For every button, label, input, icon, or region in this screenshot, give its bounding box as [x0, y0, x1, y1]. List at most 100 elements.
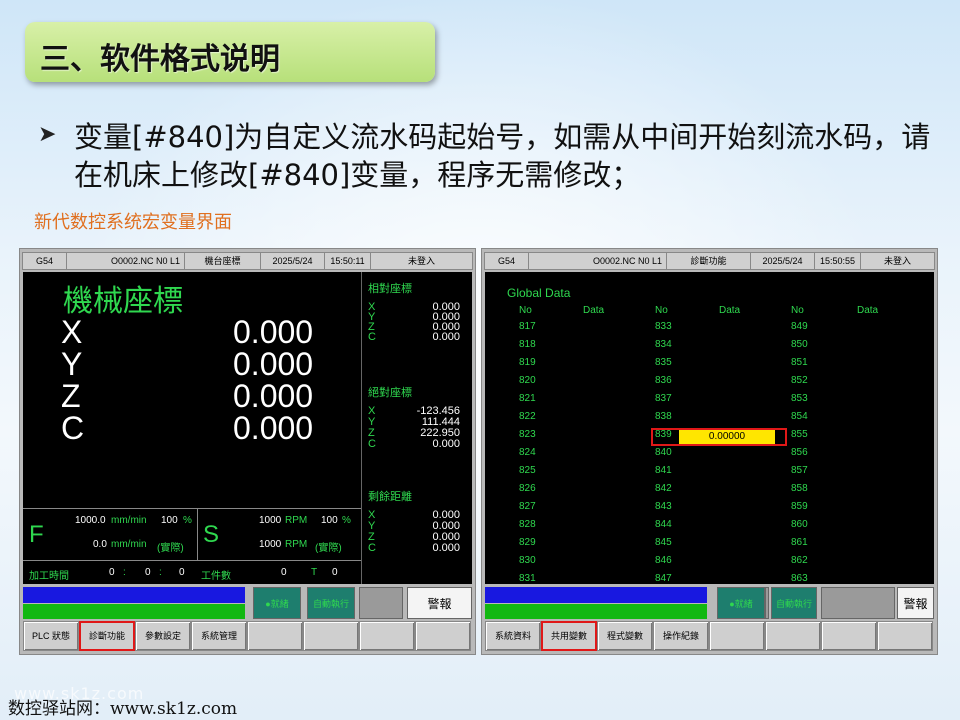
variable-number[interactable]: 853 — [791, 394, 808, 404]
panel-screen: Global Data No Data No Data No Data 0.00… — [485, 272, 934, 602]
softkey-system-management[interactable]: 系統管理 — [191, 621, 247, 651]
feed-pct-unit: % — [183, 515, 192, 526]
spindle-actual-unit: RPM — [285, 539, 308, 550]
time-hours: 0 — [109, 567, 115, 578]
variable-number[interactable]: 833 — [655, 322, 672, 332]
abs-value-c: 0.000 — [432, 438, 460, 450]
selected-variable-value[interactable]: 0.00000 — [679, 430, 775, 444]
rel-axis-c: C — [368, 331, 376, 343]
variable-number[interactable]: 860 — [791, 520, 808, 530]
variable-number[interactable]: 851 — [791, 358, 808, 368]
softkey-bar: PLC 狀態 診斷功能 參數設定 系統管理 — [23, 621, 472, 651]
softkey-operation-log[interactable]: 操作紀錄 — [653, 621, 709, 651]
variable-number[interactable]: 856 — [791, 448, 808, 458]
variable-number[interactable]: 846 — [655, 556, 672, 566]
softkey-empty-7[interactable] — [821, 621, 877, 651]
status-blank-1 — [821, 587, 895, 619]
col-header-data-2: Data — [719, 305, 741, 316]
softkey-diagnostics[interactable]: 診斷功能 — [79, 621, 135, 651]
variable-number[interactable]: 817 — [519, 322, 536, 332]
softkey-empty-8[interactable] — [415, 621, 471, 651]
work-info-row: 加工時間 0 : 0 : 0 工件數 0 T 0 — [23, 560, 361, 584]
variable-number[interactable]: 858 — [791, 484, 808, 494]
variable-number[interactable]: 830 — [519, 556, 536, 566]
panel-topbar: G54 O0002.NC N0 L1 診斷功能 2025/5/24 15:50:… — [484, 252, 935, 270]
variable-number[interactable]: 861 — [791, 538, 808, 548]
variable-number[interactable]: 824 — [519, 448, 536, 458]
softkey-empty-5[interactable] — [247, 621, 303, 651]
softkey-plc-status[interactable]: PLC 狀態 — [23, 621, 79, 651]
softkey-empty-7[interactable] — [359, 621, 415, 651]
variable-number[interactable]: 852 — [791, 376, 808, 386]
variable-number[interactable]: 837 — [655, 394, 672, 404]
remaining-distance-title: 剩餘距離 — [368, 491, 412, 503]
variable-number[interactable]: 825 — [519, 466, 536, 476]
variable-number[interactable]: 831 — [519, 574, 536, 584]
variable-number[interactable]: 827 — [519, 502, 536, 512]
alarm-button[interactable]: 警報 — [897, 587, 934, 619]
variable-number[interactable]: 840 — [655, 448, 672, 458]
variable-number[interactable]: 857 — [791, 466, 808, 476]
status-bar: ●就緒 自動執行 警報 — [23, 587, 472, 619]
variable-number[interactable]: 841 — [655, 466, 672, 476]
softkey-empty-5[interactable] — [709, 621, 765, 651]
topbar-time: 15:50:11 — [325, 253, 371, 269]
alarm-button[interactable]: 警報 — [407, 587, 472, 619]
variable-number[interactable]: 847 — [655, 574, 672, 584]
rel-value-c: 0.000 — [432, 331, 460, 343]
topbar-date: 2025/5/24 — [751, 253, 815, 269]
spindle-letter: S — [203, 521, 220, 548]
variable-number[interactable]: 819 — [519, 358, 536, 368]
time-sep-1: : — [123, 567, 126, 578]
variable-number[interactable]: 844 — [655, 520, 672, 530]
variable-number[interactable]: 862 — [791, 556, 808, 566]
variable-number[interactable]: 854 — [791, 412, 808, 422]
status-blank-1 — [359, 587, 403, 619]
variable-number[interactable]: 863 — [791, 574, 808, 584]
feed-actual-unit: mm/min — [111, 539, 147, 550]
variable-number[interactable]: 835 — [655, 358, 672, 368]
auto-run-indicator: 自動執行 — [307, 587, 355, 619]
global-data-title: Global Data — [507, 286, 571, 300]
col-header-no-3: No — [791, 305, 804, 316]
ready-indicator: ●就緒 — [253, 587, 301, 619]
topbar-coord-system: G54 — [23, 253, 67, 269]
variable-number[interactable]: 838 — [655, 412, 672, 422]
relative-coords-title: 相對座標 — [368, 283, 412, 295]
workpiece-count-label: 工件數 — [201, 571, 231, 582]
panel-topbar: G54 O0002.NC N0 L1 機台座標 2025/5/24 15:50:… — [22, 252, 473, 270]
status-blue-bar — [485, 587, 707, 603]
bullet-arrow-icon: ➤ — [38, 122, 57, 147]
variable-number[interactable]: 826 — [519, 484, 536, 494]
variable-number[interactable]: 820 — [519, 376, 536, 386]
variable-number[interactable]: 855 — [791, 430, 808, 440]
variable-number[interactable]: 842 — [655, 484, 672, 494]
status-green-bar — [485, 604, 707, 619]
variable-number[interactable]: 839 — [655, 430, 672, 440]
softkey-system-data[interactable]: 系統資料 — [485, 621, 541, 651]
softkey-empty-8[interactable] — [877, 621, 933, 651]
variable-number[interactable]: 823 — [519, 430, 536, 440]
softkey-empty-6[interactable] — [303, 621, 359, 651]
variable-number[interactable]: 850 — [791, 340, 808, 350]
variable-number[interactable]: 822 — [519, 412, 536, 422]
softkey-shared-variables[interactable]: 共用變數 — [541, 621, 597, 651]
variable-number[interactable]: 821 — [519, 394, 536, 404]
ready-indicator: ●就緒 — [717, 587, 765, 619]
softkey-program-variables[interactable]: 程式變數 — [597, 621, 653, 651]
variable-number[interactable]: 818 — [519, 340, 536, 350]
axis-label-c: C — [61, 410, 85, 446]
variable-number[interactable]: 859 — [791, 502, 808, 512]
softkey-empty-6[interactable] — [765, 621, 821, 651]
variable-number[interactable]: 845 — [655, 538, 672, 548]
variable-number[interactable]: 849 — [791, 322, 808, 332]
softkey-parameters[interactable]: 參數設定 — [135, 621, 191, 651]
variable-number[interactable]: 829 — [519, 538, 536, 548]
cnc-panel-global-data: G54 O0002.NC N0 L1 診斷功能 2025/5/24 15:50:… — [481, 248, 938, 655]
variable-number[interactable]: 836 — [655, 376, 672, 386]
variable-number[interactable]: 834 — [655, 340, 672, 350]
variable-number[interactable]: 828 — [519, 520, 536, 530]
axis-label-y: Y — [61, 346, 83, 382]
spindle-cmd-unit: RPM — [285, 515, 308, 526]
variable-number[interactable]: 843 — [655, 502, 672, 512]
